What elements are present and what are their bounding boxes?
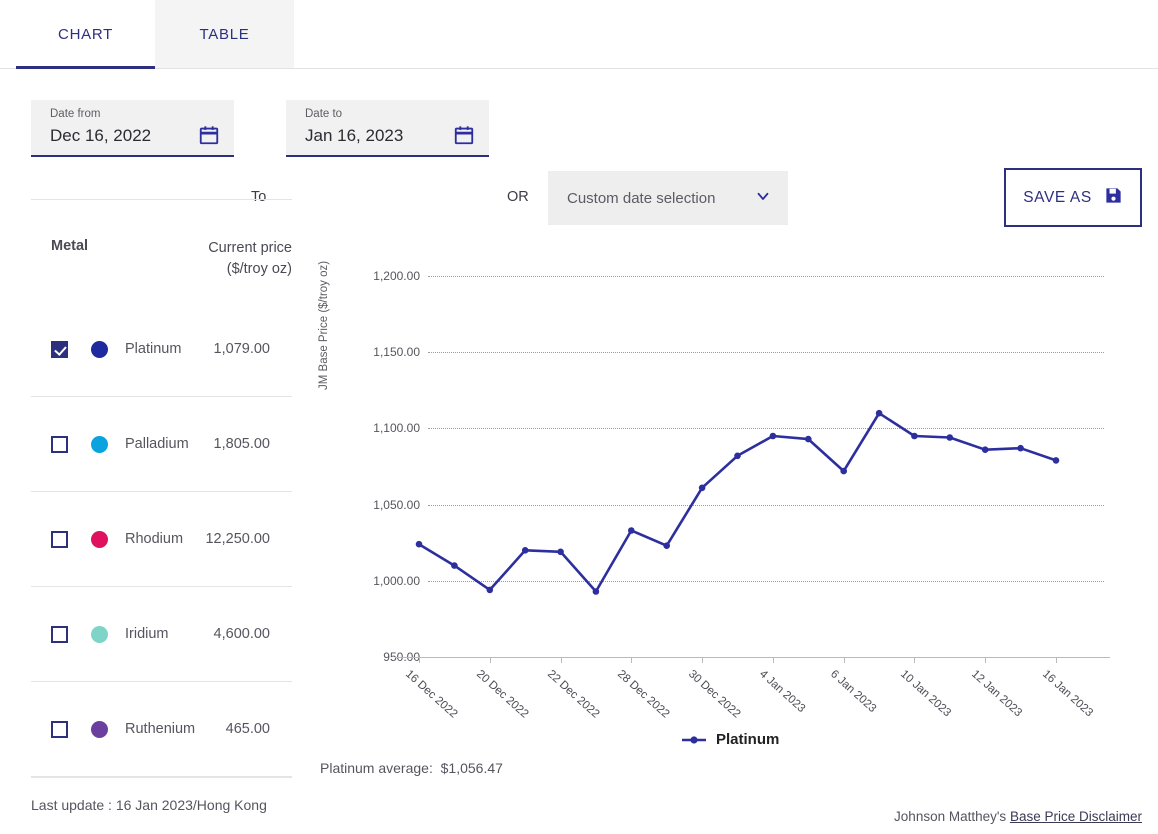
metal-checkbox[interactable] [51,341,68,358]
column-header-price-line2: ($/troy oz) [208,259,292,280]
x-axis-tick-mark [631,657,632,663]
gridline [428,581,1104,582]
metal-row[interactable]: Ruthenium 465.00 [0,682,292,776]
metal-selector-panel: Metal Current price ($/troy oz) Platinum… [0,199,292,778]
column-header-price: Current price ($/troy oz) [208,238,292,280]
tab-table-label: TABLE [200,26,250,43]
y-axis-tick-label: 1,000.00 [330,574,420,588]
average-value: $1,056.47 [441,760,503,776]
calendar-icon[interactable] [453,124,475,151]
disclaimer-prefix: Johnson Matthey's [894,809,1006,824]
x-axis-tick-mark [985,657,986,663]
metal-checkbox[interactable] [51,531,68,548]
metal-color-dot-icon [91,341,108,358]
x-axis-tick-mark [490,657,491,663]
metal-checkbox[interactable] [51,626,68,643]
calendar-icon[interactable] [198,124,220,151]
y-axis-tick-label: 1,200.00 [330,269,420,283]
metal-color-dot-icon [91,626,108,643]
x-axis-tick-mark [702,657,703,663]
date-from-field[interactable]: Date from Dec 16, 2022 [31,100,234,157]
metal-table-header: Metal Current price ($/troy oz) [0,200,292,302]
metal-name: Ruthenium [125,721,195,737]
date-from-value: Dec 16, 2022 [50,123,222,149]
tab-chart[interactable]: CHART [16,0,155,68]
x-axis-tick-mark [773,657,774,663]
metal-color-dot-icon [91,531,108,548]
x-axis-line [395,657,1110,658]
base-price-disclaimer-link[interactable]: Base Price Disclaimer [1010,809,1142,824]
legend-label-platinum: Platinum [716,731,779,748]
metal-row[interactable]: Rhodium 12,250.00 [0,492,292,586]
x-axis-tick-mark [561,657,562,663]
panel-bottom-divider [31,777,292,778]
gridline [428,505,1104,506]
gridline [428,276,1104,277]
tab-bar: CHART TABLE [0,0,1158,69]
y-axis-tick-labels: 950.001,000.001,050.001,100.001,150.001,… [330,0,420,834]
metal-price: 4,600.00 [214,626,270,642]
x-axis-tick-mark [844,657,845,663]
y-axis-tick-label: 1,150.00 [330,345,420,359]
tab-chart-label: CHART [58,26,113,43]
metal-color-dot-icon [91,436,108,453]
metal-name: Palladium [125,436,189,452]
average-note: Platinum average: $1,056.47 [320,760,503,776]
disclaimer-note: Johnson Matthey's Base Price Disclaimer [894,809,1142,824]
metal-checkbox[interactable] [51,721,68,738]
metal-color-dot-icon [91,721,108,738]
y-axis-title: JM Base Price ($/troy oz) [318,261,330,390]
metal-row[interactable]: Palladium 1,805.00 [0,397,292,491]
x-axis-tick-mark [914,657,915,663]
column-header-price-line1: Current price [208,238,292,259]
metal-price: 465.00 [226,721,270,737]
filter-toolbar: Date from Dec 16, 2022 To Date to Jan 16… [0,69,1158,179]
x-axis-tick-mark [419,657,420,663]
metal-name: Rhodium [125,531,183,547]
metal-price: 1,805.00 [214,436,270,452]
legend-swatch-platinum [681,734,707,746]
gridline [428,428,1104,429]
date-from-label: Date from [50,107,222,121]
metal-row[interactable]: Platinum 1,079.00 [0,302,292,396]
metal-price: 1,079.00 [214,341,270,357]
metal-checkbox[interactable] [51,436,68,453]
y-axis-tick-label: 1,050.00 [330,498,420,512]
tab-table[interactable]: TABLE [155,0,294,68]
metal-name: Iridium [125,626,169,642]
metal-price: 12,250.00 [205,531,270,547]
column-header-metal: Metal [51,238,88,280]
metal-name: Platinum [125,341,181,357]
last-update-text: Last update : 16 Jan 2023/Hong Kong [31,797,267,813]
chart-legend: Platinum [681,731,779,748]
metal-row[interactable]: Iridium 4,600.00 [0,587,292,681]
average-label: Platinum average: [320,760,433,776]
y-axis-tick-label: 1,100.00 [330,421,420,435]
x-axis-tick-mark [1056,657,1057,663]
gridline [428,352,1104,353]
